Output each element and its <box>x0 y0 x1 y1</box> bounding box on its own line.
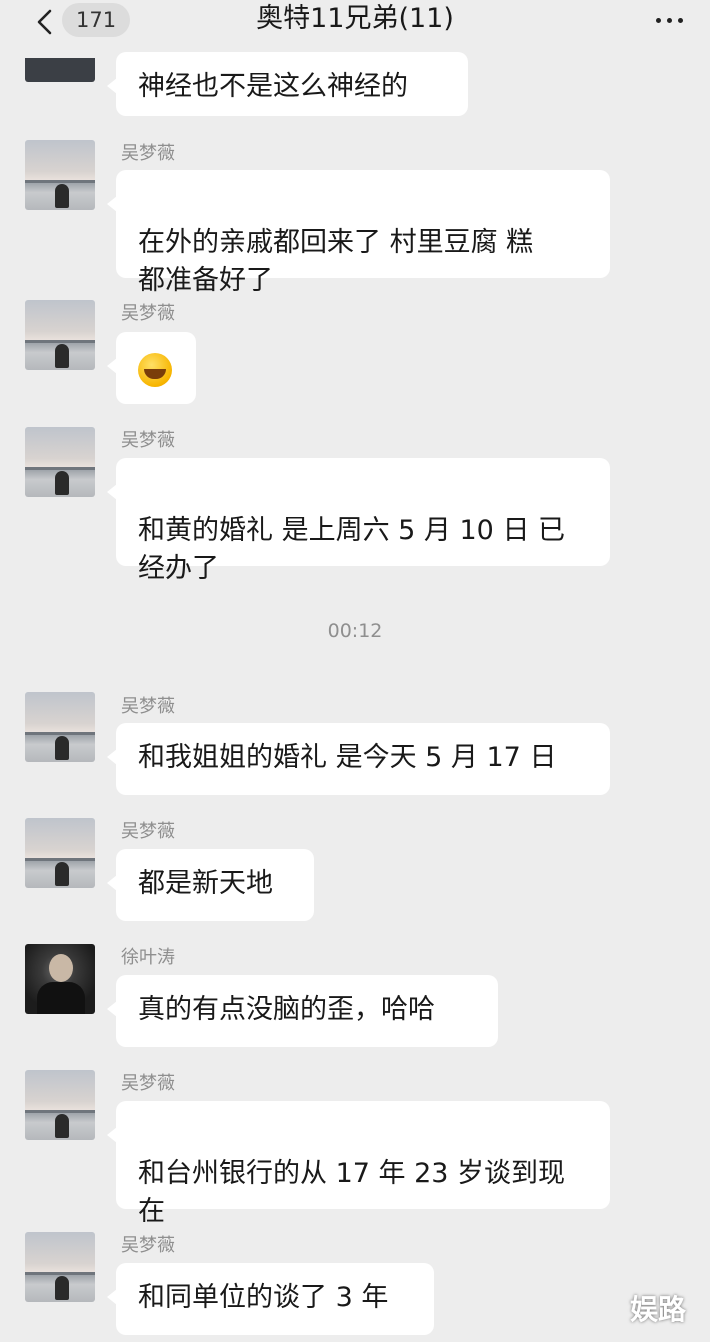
watermark: 娱路 <box>630 1293 687 1326</box>
message-text: 和台州银行的从 17 年 23 岁谈到现 在 <box>138 1158 566 1227</box>
message-bubble[interactable]: 神经也不是这么神经的 <box>107 52 468 116</box>
message-bubble[interactable] <box>107 332 196 404</box>
avatar[interactable] <box>25 140 95 210</box>
message-text: 都是新天地 <box>138 868 273 899</box>
message-text: 神经也不是这么神经的 <box>138 71 408 102</box>
sender-name: 吴梦薇 <box>121 303 175 324</box>
more-options-icon[interactable] <box>650 8 690 32</box>
avatar[interactable] <box>25 300 95 370</box>
sender-name: 徐叶涛 <box>121 947 175 968</box>
message-bubble[interactable]: 在外的亲戚都回来了 村里豆腐 糕 都准备好了 <box>107 170 610 296</box>
avatar[interactable] <box>25 58 95 82</box>
avatar[interactable] <box>25 1232 95 1302</box>
chat-title: 奥特11兄弟(11) <box>256 3 454 34</box>
message-bubble[interactable]: 和黄的婚礼 是上周六 5 月 10 日 已 经办了 <box>107 458 610 584</box>
sender-name: 吴梦薇 <box>121 696 175 717</box>
sender-name: 吴梦薇 <box>121 430 175 451</box>
sender-name: 吴梦薇 <box>121 1073 175 1094</box>
chat-header: 171 奥特11兄弟(11) <box>0 0 710 42</box>
message-bubble[interactable]: 真的有点没脑的歪，哈哈 <box>107 975 498 1047</box>
avatar[interactable] <box>25 818 95 888</box>
message-text: 和我姐姐的婚礼 是今天 5 月 17 日 <box>138 742 557 773</box>
message-bubble[interactable]: 和同单位的谈了 3 年 <box>107 1263 434 1335</box>
message-bubble[interactable]: 都是新天地 <box>107 849 314 921</box>
avatar[interactable] <box>25 692 95 762</box>
message-text: 和同单位的谈了 3 年 <box>138 1282 389 1313</box>
message-text: 在外的亲戚都回来了 村里豆腐 糕 都准备好了 <box>138 227 534 296</box>
avatar[interactable] <box>25 427 95 497</box>
message-timestamp: 00:12 <box>327 620 383 642</box>
crying-laughing-emoji-icon <box>138 352 172 387</box>
sender-name: 吴梦薇 <box>121 821 175 842</box>
sender-name: 吴梦薇 <box>121 1235 175 1256</box>
avatar[interactable] <box>25 1070 95 1140</box>
avatar[interactable] <box>25 944 95 1014</box>
message-bubble[interactable]: 和我姐姐的婚礼 是今天 5 月 17 日 <box>107 723 610 795</box>
message-text: 和黄的婚礼 是上周六 5 月 10 日 已 经办了 <box>138 515 566 584</box>
sender-name: 吴梦薇 <box>121 143 175 164</box>
message-bubble[interactable]: 和台州银行的从 17 年 23 岁谈到现 在 <box>107 1101 610 1227</box>
message-text: 真的有点没脑的歪，哈哈 <box>138 994 435 1025</box>
